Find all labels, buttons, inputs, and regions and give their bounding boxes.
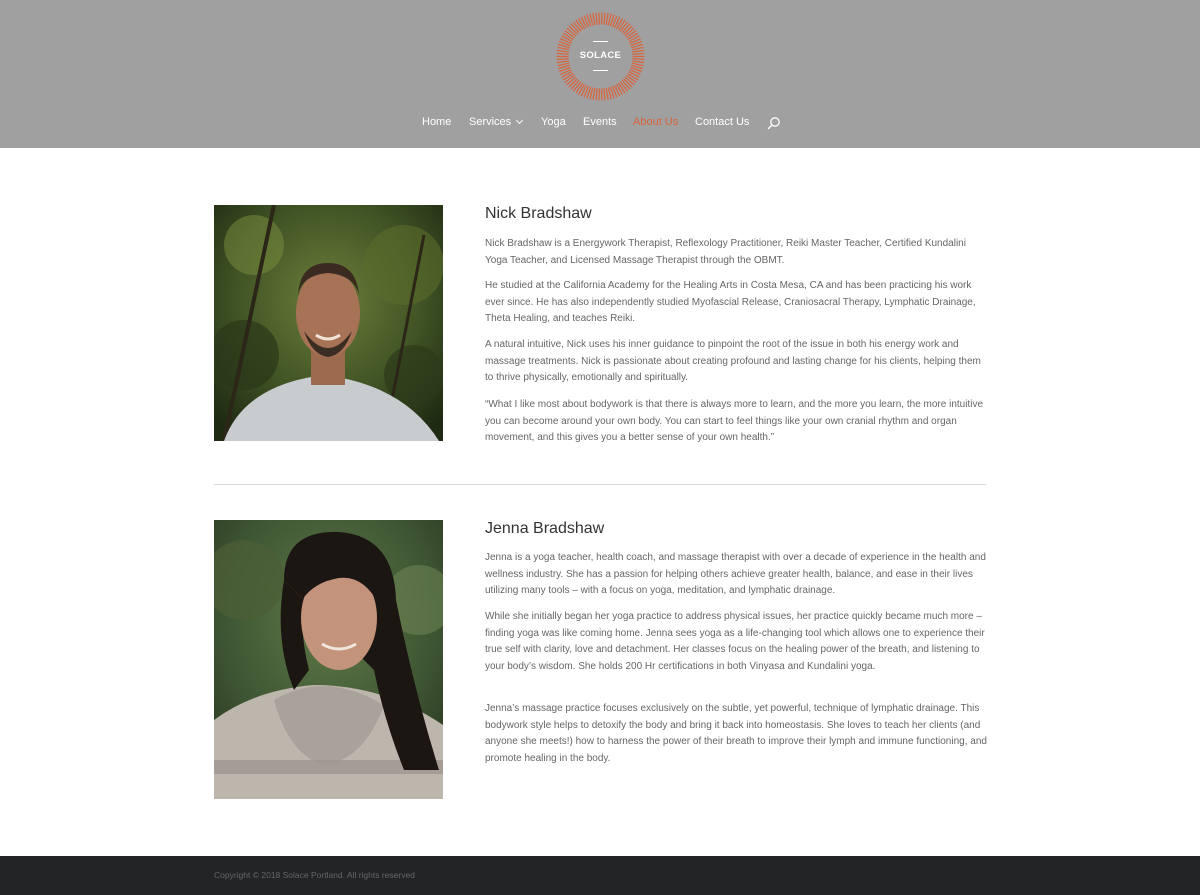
logo-ray xyxy=(631,62,644,67)
logo-ray xyxy=(628,70,640,78)
main-nav: Home Services Yoga Events About Us Conta… xyxy=(0,114,1200,132)
nick-bradshaw-photo xyxy=(214,205,443,441)
nav-contact-us[interactable]: Contact Us xyxy=(695,114,749,130)
logo-ray xyxy=(615,83,624,95)
logo-ray xyxy=(603,12,606,25)
copyright-text: Copyright © 2018 Solace Portland. All ri… xyxy=(214,870,415,880)
logo-ray xyxy=(577,18,586,30)
logo-text: SOLACE xyxy=(579,50,622,61)
logo-ray xyxy=(603,88,606,101)
logo-ray xyxy=(615,18,624,30)
logo-ray xyxy=(556,60,569,64)
nav-home[interactable]: Home xyxy=(422,114,451,130)
bio-paragraph: “What I like most about bodywork is that… xyxy=(485,399,984,443)
bio-paragraph: Jenna is a yoga teacher, health coach, a… xyxy=(485,552,986,596)
profile-name: Nick Bradshaw xyxy=(485,205,592,222)
logo-bar-bottom xyxy=(593,70,608,71)
logo-ray xyxy=(632,60,645,64)
site-header: SOLACE Home Services Yoga Events About U… xyxy=(0,0,1200,148)
nav-yoga[interactable]: Yoga xyxy=(541,114,566,130)
chevron-down-icon xyxy=(516,116,524,125)
logo-ray xyxy=(595,12,598,25)
logo-ray xyxy=(595,88,598,101)
bio-paragraph: He studied at the California Academy for… xyxy=(485,280,976,324)
jenna-bradshaw-photo xyxy=(214,520,443,799)
nav-events[interactable]: Events xyxy=(583,114,617,130)
logo-ray xyxy=(592,87,596,100)
bio-paragraph: Jenna’s massage practice focuses exclusi… xyxy=(485,703,987,764)
logo-ray xyxy=(577,83,586,95)
logo-ray xyxy=(605,13,609,26)
logo-ray xyxy=(628,35,640,43)
logo-ray xyxy=(561,35,573,43)
profile-divider xyxy=(214,484,986,485)
nav-services[interactable]: Services xyxy=(469,114,524,130)
bio-paragraph: While she initially began her yoga pract… xyxy=(485,611,985,672)
bio-paragraph: A natural intuitive, Nick uses his inner… xyxy=(485,339,981,383)
logo-ray xyxy=(605,87,609,100)
logo-ray xyxy=(557,62,570,67)
logo-ray xyxy=(561,70,573,78)
profile-name: Jenna Bradshaw xyxy=(485,520,605,537)
logo-bar-top xyxy=(593,41,608,42)
logo-ray xyxy=(592,13,596,26)
nav-services-label: Services xyxy=(469,116,512,128)
nav-about-us[interactable]: About Us xyxy=(633,114,678,130)
site-footer xyxy=(0,856,1200,895)
search-icon[interactable] xyxy=(767,116,781,130)
bio-paragraph: Nick Bradshaw is a Energywork Therapist,… xyxy=(485,238,966,266)
